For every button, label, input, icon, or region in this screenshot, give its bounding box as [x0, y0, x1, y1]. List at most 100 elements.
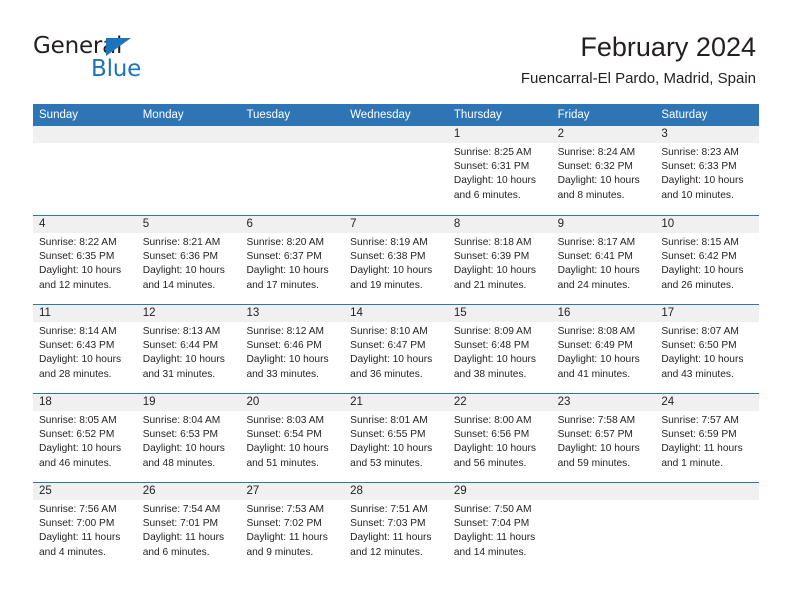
calendar-day-cell[interactable]: 7 Sunrise: 8:19 AM Sunset: 6:38 PM Daylight…: [344, 216, 448, 304]
day-number: 1: [453, 128, 461, 140]
sunset-text: Sunset: 6:41 PM: [557, 251, 633, 263]
sunrise-text: Sunrise: 7:53 AM: [246, 504, 325, 515]
calendar-day-cell[interactable]: 8 Sunrise: 8:18 AM Sunset: 6:39 PM Daylight…: [447, 216, 552, 304]
sunrise-text: Sunrise: 8:15 AM: [661, 237, 739, 248]
weekday-header-friday: Friday: [557, 109, 590, 121]
calendar-day-cell[interactable]: 6 Sunrise: 8:20 AM Sunset: 6:37 PM Daylight…: [240, 216, 345, 304]
daylight-text-line2: and 14 minutes.: [453, 546, 527, 558]
calendar-day-cell[interactable]: 22 Sunrise: 8:00 AM Sunset: 6:56 PM Dayligh…: [447, 394, 552, 482]
calendar-day-cell[interactable]: 5 Sunrise: 8:21 AM Sunset: 6:36 PM Daylight…: [136, 216, 241, 304]
calendar-day-cell-empty: [655, 483, 760, 571]
sunset-text: Sunset: 6:37 PM: [246, 251, 322, 263]
day-number: 28: [350, 485, 363, 497]
calendar-day-cell[interactable]: 27 Sunrise: 7:53 AM Sunset: 7:02 PM Dayligh…: [240, 483, 345, 571]
weekday-header-wednesday: Wednesday: [350, 109, 411, 121]
sunrise-text: Sunrise: 8:24 AM: [557, 147, 636, 158]
day-sun-info: Sunrise: 8:25 AM Sunset: 6:31 PM Daylight:…: [448, 143, 552, 203]
calendar-grid: Sunday Monday Tuesday Wednesday Thursday…: [33, 104, 760, 571]
calendar-day-cell[interactable]: 15 Sunrise: 8:09 AM Sunset: 6:48 PM Dayligh…: [447, 305, 552, 393]
sunset-text: Sunset: 6:46 PM: [246, 340, 322, 352]
day-sun-info: Sunrise: 8:09 AM Sunset: 6:48 PM Daylight:…: [448, 322, 552, 382]
calendar-day-cell[interactable]: 10 Sunrise: 8:15 AM Sunset: 6:42 PM Dayligh…: [655, 216, 760, 304]
sunrise-text: Sunrise: 8:18 AM: [453, 237, 532, 248]
sunset-text: Sunset: 6:56 PM: [453, 429, 530, 441]
sunset-text: Sunset: 6:55 PM: [350, 429, 426, 441]
sunset-text: Sunset: 7:00 PM: [39, 518, 115, 530]
calendar-day-cell[interactable]: 16 Sunrise: 8:08 AM Sunset: 6:49 PM Dayligh…: [551, 305, 656, 393]
sunrise-text: Sunrise: 7:50 AM: [453, 504, 532, 515]
sunrise-text: Sunrise: 8:20 AM: [246, 237, 325, 248]
sunset-text: Sunset: 6:32 PM: [557, 161, 633, 173]
calendar-day-cell[interactable]: 26 Sunrise: 7:54 AM Sunset: 7:01 PM Dayligh…: [136, 483, 241, 571]
calendar-day-cell[interactable]: 21 Sunrise: 8:01 AM Sunset: 6:55 PM Dayligh…: [344, 394, 448, 482]
sunset-text: Sunset: 6:39 PM: [453, 251, 530, 263]
daylight-text-line2: and 4 minutes.: [39, 546, 106, 558]
sunset-text: Sunset: 6:31 PM: [453, 161, 530, 173]
calendar-day-cell[interactable]: 18 Sunrise: 8:05 AM Sunset: 6:52 PM Dayligh…: [33, 394, 137, 482]
day-number-band: 9: [551, 216, 656, 233]
day-sun-info: Sunrise: 7:53 AM Sunset: 7:02 PM Daylight:…: [240, 500, 344, 560]
day-number-band: 7: [344, 216, 448, 233]
daylight-text-line1: Daylight: 10 hours: [557, 175, 640, 187]
daylight-text-line1: Daylight: 10 hours: [557, 265, 640, 277]
calendar-week-row: 18 Sunrise: 8:05 AM Sunset: 6:52 PM Dayligh…: [33, 393, 760, 482]
daylight-text-line1: Daylight: 11 hours: [661, 443, 743, 455]
calendar-day-cell[interactable]: 24 Sunrise: 7:57 AM Sunset: 6:59 PM Dayligh…: [655, 394, 760, 482]
day-number: 21: [350, 396, 363, 408]
general-blue-logo[interactable]: General Blue: [33, 33, 243, 85]
day-number-band: 18: [33, 394, 137, 411]
sunrise-text: Sunrise: 7:56 AM: [39, 504, 117, 515]
day-number-band: 27: [240, 483, 345, 500]
daylight-text-line1: Daylight: 10 hours: [246, 354, 329, 366]
calendar-day-cell[interactable]: 29 Sunrise: 7:50 AM Sunset: 7:04 PM Dayligh…: [447, 483, 552, 571]
sunrise-text: Sunrise: 8:05 AM: [39, 415, 117, 426]
calendar-day-cell-empty: [240, 126, 345, 215]
sunset-text: Sunset: 6:43 PM: [39, 340, 115, 352]
calendar-day-cell[interactable]: 11 Sunrise: 8:14 AM Sunset: 6:43 PM Dayligh…: [33, 305, 137, 393]
day-number-band: 5: [136, 216, 241, 233]
daylight-text-line2: and 9 minutes.: [246, 546, 314, 558]
calendar-day-cell[interactable]: 3 Sunrise: 8:23 AM Sunset: 6:33 PM Daylight…: [655, 126, 760, 215]
day-number-band: [551, 483, 656, 500]
day-number: 13: [246, 307, 260, 319]
daylight-text-line1: Daylight: 10 hours: [350, 443, 433, 455]
day-sun-info: Sunrise: 8:15 AM Sunset: 6:42 PM Daylight:…: [655, 233, 759, 293]
daylight-text-line2: and 43 minutes.: [661, 368, 734, 380]
calendar-day-cell[interactable]: 23 Sunrise: 7:58 AM Sunset: 6:57 PM Dayligh…: [551, 394, 656, 482]
daylight-text-line2: and 17 minutes.: [246, 279, 319, 291]
sunset-text: Sunset: 6:38 PM: [350, 251, 426, 263]
calendar-day-cell[interactable]: 28 Sunrise: 7:51 AM Sunset: 7:03 PM Dayligh…: [344, 483, 448, 571]
sunset-text: Sunset: 7:03 PM: [350, 518, 426, 530]
calendar-day-cell[interactable]: 25 Sunrise: 7:56 AM Sunset: 7:00 PM Dayligh…: [33, 483, 137, 571]
day-number: 15: [453, 307, 467, 319]
sunrise-text: Sunrise: 7:57 AM: [661, 415, 739, 426]
daylight-text-line2: and 6 minutes.: [142, 546, 210, 558]
daylight-text-line2: and 12 minutes.: [350, 546, 423, 558]
calendar-day-cell[interactable]: 17 Sunrise: 8:07 AM Sunset: 6:50 PM Dayligh…: [655, 305, 760, 393]
day-sun-info: Sunrise: 7:57 AM Sunset: 6:59 PM Daylight:…: [655, 411, 759, 471]
day-number-band: 8: [447, 216, 552, 233]
sunrise-text: Sunrise: 8:13 AM: [142, 326, 221, 337]
daylight-text-line2: and 1 minute.: [661, 457, 724, 469]
sunrise-text: Sunrise: 8:17 AM: [557, 237, 636, 248]
calendar-day-cell[interactable]: 20 Sunrise: 8:03 AM Sunset: 6:54 PM Dayligh…: [240, 394, 345, 482]
calendar-day-cell[interactable]: 4 Sunrise: 8:22 AM Sunset: 6:35 PM Daylight…: [33, 216, 137, 304]
calendar-day-cell[interactable]: 19 Sunrise: 8:04 AM Sunset: 6:53 PM Dayligh…: [136, 394, 241, 482]
calendar-day-cell[interactable]: 13 Sunrise: 8:12 AM Sunset: 6:46 PM Dayligh…: [240, 305, 345, 393]
day-number-band: 19: [136, 394, 241, 411]
day-number: 2: [557, 128, 564, 140]
sunrise-text: Sunrise: 8:09 AM: [453, 326, 532, 337]
calendar-day-cell[interactable]: 14 Sunrise: 8:10 AM Sunset: 6:47 PM Dayligh…: [344, 305, 448, 393]
daylight-text-line1: Daylight: 10 hours: [350, 265, 433, 277]
calendar-day-cell[interactable]: 1 Sunrise: 8:25 AM Sunset: 6:31 PM Daylight…: [447, 126, 552, 215]
day-sun-info: Sunrise: 8:07 AM Sunset: 6:50 PM Daylight:…: [655, 322, 759, 382]
calendar-day-cell[interactable]: 12 Sunrise: 8:13 AM Sunset: 6:44 PM Dayligh…: [136, 305, 241, 393]
sunset-text: Sunset: 7:01 PM: [142, 518, 219, 530]
calendar-day-cell[interactable]: 2 Sunrise: 8:24 AM Sunset: 6:32 PM Daylight…: [551, 126, 656, 215]
sunrise-text: Sunrise: 8:01 AM: [350, 415, 428, 426]
sunset-text: Sunset: 6:49 PM: [557, 340, 633, 352]
calendar-day-cell[interactable]: 9 Sunrise: 8:17 AM Sunset: 6:41 PM Daylight…: [551, 216, 656, 304]
daylight-text-line1: Daylight: 10 hours: [142, 354, 225, 366]
day-sun-info: Sunrise: 8:23 AM Sunset: 6:33 PM Daylight:…: [655, 143, 759, 203]
day-number-band: [344, 126, 448, 143]
